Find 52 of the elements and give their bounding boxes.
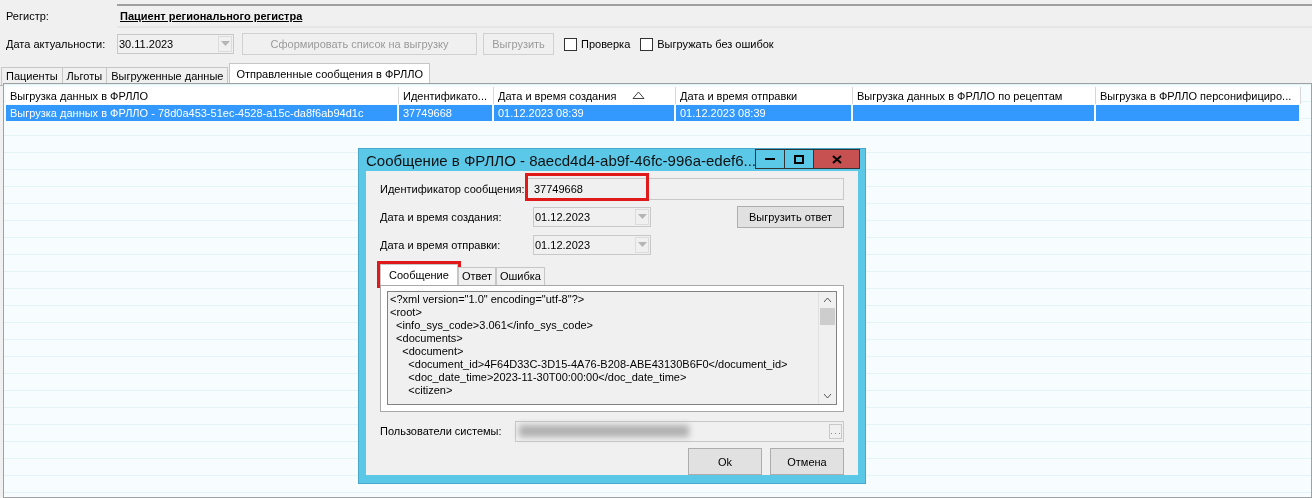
tab[interactable]: Отправленные сообщения в ФРЛЛО	[229, 63, 430, 85]
cancel-button[interactable]: Отмена	[770, 448, 844, 475]
register-label: Регистр:	[5, 10, 50, 22]
tab[interactable]: Ответ	[457, 267, 496, 285]
field-label: Дата и время создания:	[380, 211, 503, 223]
column-header[interactable]: Дата и время создания	[494, 87, 676, 104]
register-field[interactable]: Пациент регионального регистра	[117, 4, 1312, 28]
ok-button[interactable]: Ok	[688, 448, 762, 475]
close-button[interactable]	[813, 149, 860, 169]
minimize-icon	[765, 157, 775, 161]
code-line: <doc_date_time>2023-11-30T00:00:00</doc_date_time>	[407, 371, 688, 384]
users-field[interactable]	[515, 420, 844, 442]
scroll-down-icon[interactable]	[823, 393, 832, 399]
code-line: <?xml version="1.0" encoding="utf-8"?>	[390, 293, 586, 306]
maximize-button[interactable]	[784, 149, 814, 169]
date-field[interactable]: 01.12.2023	[533, 207, 651, 227]
table-cell: Выгрузка данных в ФРЛЛО - 78d0a453-51ec-4528-a15c-da8f6ab94d1c	[10, 107, 364, 119]
column-header[interactable]: Идентификато...	[399, 87, 494, 104]
maximize-icon	[794, 154, 804, 164]
scroll-up-icon[interactable]	[823, 297, 832, 303]
code-line: <documents>	[395, 332, 464, 345]
vertical-scrollbar[interactable]	[818, 292, 836, 404]
tab[interactable]: Ошибка	[496, 267, 545, 285]
checkbox[interactable]	[564, 37, 577, 51]
tab[interactable]: Сообщение	[380, 264, 458, 285]
table-cell: 01.12.2023 08:39	[680, 107, 766, 119]
column-header[interactable]: Дата и время отправки	[676, 87, 853, 104]
checkbox[interactable]	[640, 37, 654, 51]
export-response-button[interactable]: Выгрузить ответ	[737, 206, 844, 228]
field-label: Пользователи системы:	[380, 425, 503, 437]
code-line: <document>	[401, 345, 465, 358]
date-field[interactable]: 30.11.2023	[117, 34, 234, 54]
checkbox-label: Выгружать без ошибок	[657, 38, 774, 50]
table-cell: 01.12.2023 08:39	[498, 107, 584, 119]
column-header[interactable]: Выгрузка в ФРЛЛО персонифициро...	[1096, 87, 1301, 104]
checkbox-label: Проверка	[581, 38, 631, 50]
dialog-title: Сообщение в ФРЛЛО - 8aecd4d4-ab9f-46fc-996a-edef6...	[366, 151, 756, 169]
scrollbar-thumb[interactable]	[820, 308, 835, 325]
field-label: Идентификатор сообщения:	[380, 183, 526, 195]
close-icon	[831, 154, 842, 164]
minimize-button[interactable]	[755, 149, 785, 169]
table-cell: 37749668	[403, 107, 452, 119]
column-header[interactable]: Выгрузка данных в ФРЛЛО	[6, 87, 399, 104]
column-header[interactable]: Выгрузка данных в ФРЛЛО по рецептам	[853, 87, 1096, 104]
date-field[interactable]: 01.12.2023	[533, 235, 651, 255]
field-label: Дата и время отправки:	[380, 239, 502, 251]
code-line: <citizen>	[407, 384, 454, 397]
code-line: <root>	[390, 306, 423, 319]
date-label: Дата актуальности:	[5, 38, 107, 50]
code-line: <info_sys_code>3.061</info_sys_code>	[395, 319, 595, 332]
code-line: <document_id>4F64D33C-3D15-4A76-B208-ABE43130B6F0</document_id>	[407, 358, 789, 371]
sort-ascending-icon	[632, 91, 645, 99]
